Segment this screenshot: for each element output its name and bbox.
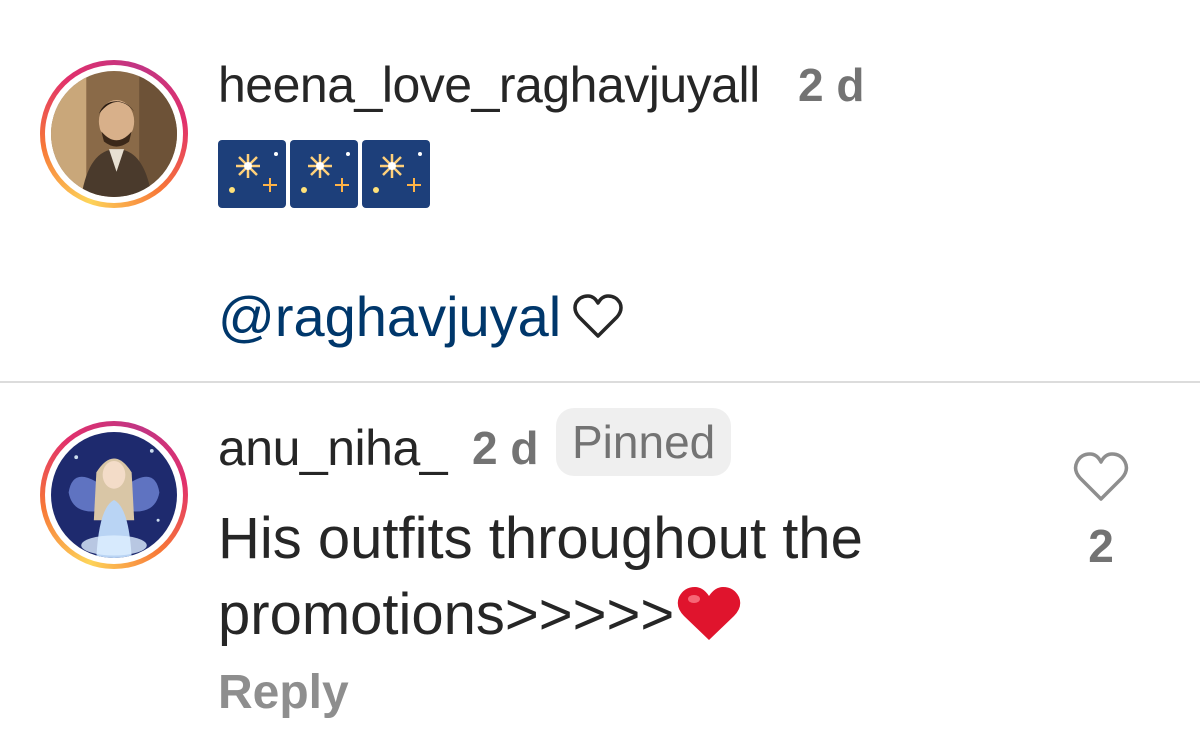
reply-button[interactable]: Reply — [218, 665, 349, 720]
comment-item: anu_niha_ 2 d Pinned His outfits through… — [0, 383, 1200, 746]
red-heart-emoji — [678, 587, 741, 640]
pinned-badge: Pinned — [556, 408, 732, 476]
avatar[interactable] — [40, 421, 188, 569]
emoji-row — [218, 140, 430, 208]
username[interactable]: heena_love_raghavjuyall — [218, 56, 760, 114]
mention-link[interactable]: @raghavjuyal — [218, 285, 561, 348]
timestamp: 2 d — [798, 59, 865, 111]
username[interactable]: anu_niha_ — [218, 419, 448, 477]
fireworks-emoji — [218, 140, 286, 208]
heart-outline-icon — [573, 294, 623, 338]
comment-text: @raghavjuyal — [218, 284, 625, 349]
heart-outline-icon[interactable] — [1072, 451, 1130, 503]
timestamp: 2 d — [472, 422, 539, 474]
like-count: 2 — [1088, 520, 1114, 572]
comment-item: heena_love_raghavjuyall 2 d @raghavjuyal — [0, 0, 1200, 382]
comment-text: His outfits throughout the promotions>>>… — [218, 501, 978, 653]
fireworks-emoji — [290, 140, 358, 208]
profile-photo — [51, 71, 177, 197]
fireworks-emoji — [362, 140, 430, 208]
avatar[interactable] — [40, 60, 188, 208]
profile-photo — [51, 432, 177, 558]
comment-body: His outfits throughout the promotions>>>… — [218, 506, 863, 647]
